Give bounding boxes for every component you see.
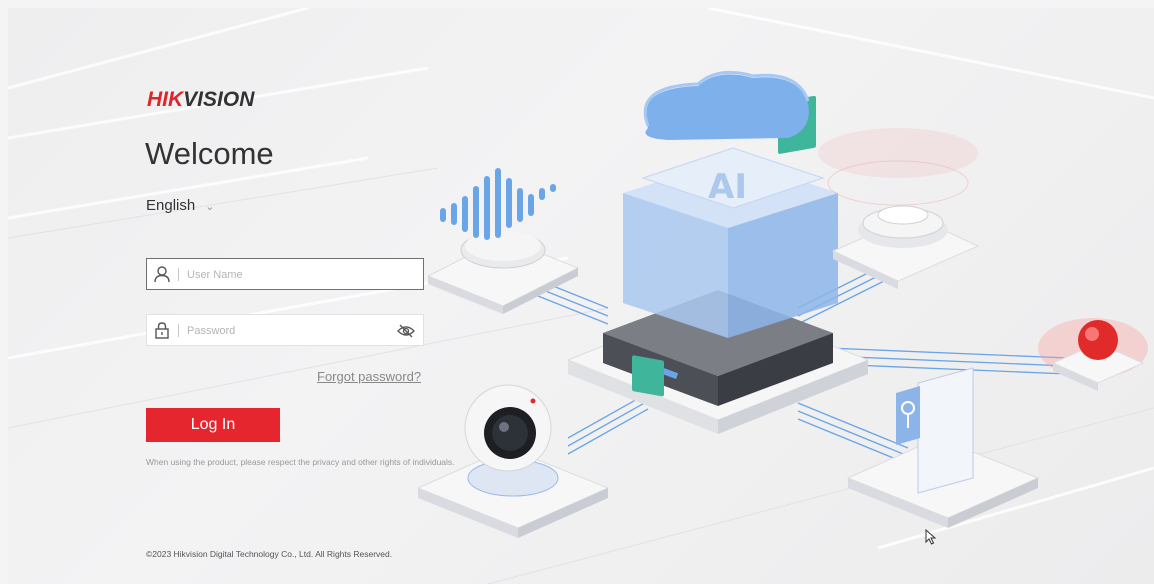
language-select[interactable]: English ⌄ — [146, 197, 214, 214]
hikvision-logo: HIKVISION — [147, 88, 255, 111]
language-selected-label: English — [146, 197, 196, 214]
user-icon — [154, 266, 170, 283]
password-field[interactable] — [146, 314, 424, 346]
username-field[interactable] — [146, 258, 424, 290]
eye-hidden-icon[interactable] — [397, 323, 415, 339]
access-terminal — [846, 367, 1040, 528]
field-separator — [178, 268, 179, 281]
privacy-notice: When using the product, please respect t… — [146, 457, 455, 467]
password-input[interactable] — [185, 320, 389, 342]
username-input[interactable] — [185, 264, 389, 286]
alarm-light — [1038, 318, 1148, 391]
forgot-password-link[interactable]: Forgot password? — [317, 369, 421, 384]
field-separator — [178, 324, 179, 337]
copyright-text: ©2023 Hikvision Digital Technology Co., … — [146, 549, 393, 559]
chevron-down-icon: ⌄ — [205, 201, 215, 213]
welcome-heading: Welcome — [145, 136, 274, 171]
central-server: AI — [566, 70, 870, 434]
mouse-cursor-icon — [925, 529, 937, 545]
login-button[interactable]: Log In — [146, 408, 280, 442]
smoke-detector — [818, 128, 980, 289]
login-page: AI HIKVISION Welcome English ⌄ User Name… — [8, 8, 1154, 584]
svg-text:AI: AI — [708, 167, 747, 207]
lock-icon — [155, 322, 169, 339]
audio-device — [426, 168, 580, 314]
